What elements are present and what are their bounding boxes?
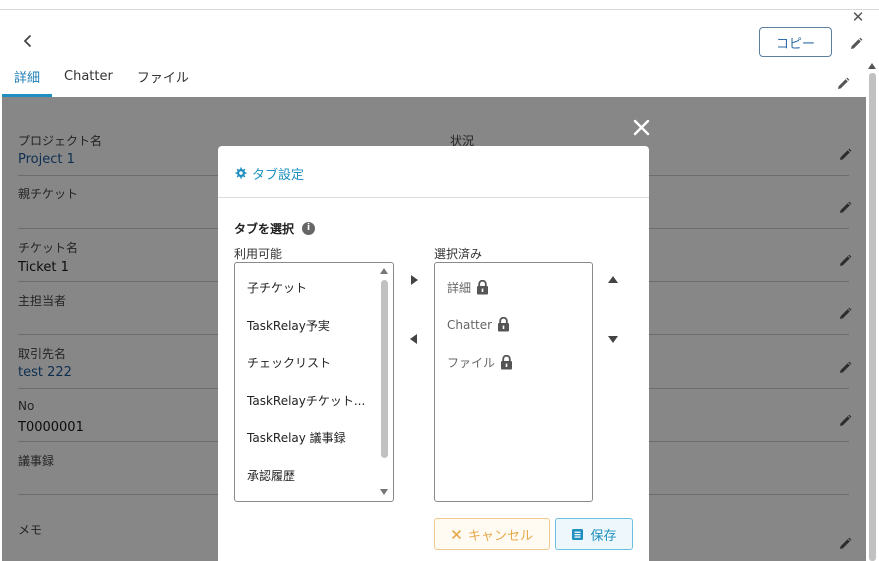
modal-title: タブ設定	[234, 164, 304, 183]
gear-icon	[235, 167, 247, 179]
top-divider	[0, 9, 879, 10]
selected-listbox[interactable]: 詳細 Chatter ファイル	[434, 262, 593, 502]
page-scrollbar[interactable]	[869, 73, 876, 561]
tab-bar: 詳細 Chatter ファイル	[2, 60, 201, 97]
tab-files[interactable]: ファイル	[125, 60, 201, 97]
move-right-icon[interactable]	[407, 273, 421, 287]
save-icon	[572, 528, 584, 540]
modal-close-icon[interactable]	[633, 119, 650, 136]
list-item-available[interactable]: TaskRelay 議事録	[247, 429, 346, 446]
cancel-button[interactable]: キャンセル	[434, 518, 550, 550]
list-item-available[interactable]: 子チケット	[247, 279, 307, 296]
tab-details[interactable]: 詳細	[2, 60, 53, 97]
lock-icon	[477, 280, 489, 295]
list-scroll-down-icon[interactable]	[379, 488, 389, 496]
tab-settings-modal: タブ設定 タブを選択 i 利用可能 選択済み 子チケット TaskRelay予実…	[218, 146, 649, 561]
list-item-selected[interactable]: 詳細	[447, 279, 489, 296]
list-item-selected[interactable]: ファイル	[447, 354, 513, 371]
move-down-icon[interactable]	[606, 332, 620, 346]
list-item-available[interactable]: チェックリスト	[247, 354, 331, 371]
edit-pencil-icon[interactable]	[849, 37, 863, 51]
close-icon[interactable]: ✕	[851, 10, 865, 25]
info-icon[interactable]: i	[302, 222, 316, 235]
available-label: 利用可能	[234, 247, 283, 261]
modal-header: タブ設定	[218, 146, 649, 198]
list-scrollbar[interactable]	[381, 280, 388, 458]
available-listbox[interactable]: 子チケット TaskRelay予実 チェックリスト TaskRelayチケット.…	[234, 262, 394, 502]
tab-edit-pencil-icon[interactable]	[836, 77, 850, 91]
selected-label: 選択済み	[434, 247, 483, 261]
move-up-icon[interactable]	[606, 273, 620, 287]
lock-icon	[501, 355, 513, 370]
page-scroll-up-icon[interactable]	[867, 62, 877, 70]
list-item-available[interactable]: 承認履歴	[247, 467, 295, 484]
tab-chatter[interactable]: Chatter	[52, 60, 125, 97]
move-left-icon[interactable]	[407, 332, 421, 346]
copy-button[interactable]: コピー	[759, 27, 832, 57]
lock-icon	[498, 317, 510, 332]
list-scroll-up-icon[interactable]	[379, 267, 389, 275]
select-tabs-heading: タブを選択 i	[234, 220, 316, 237]
list-item-selected[interactable]: Chatter	[447, 317, 510, 332]
close-icon	[451, 529, 462, 539]
save-button[interactable]: 保存	[555, 518, 633, 550]
list-item-available[interactable]: TaskRelay予実	[247, 317, 330, 334]
back-chevron-icon[interactable]	[20, 33, 36, 49]
list-item-available[interactable]: TaskRelayチケット...	[247, 392, 365, 409]
